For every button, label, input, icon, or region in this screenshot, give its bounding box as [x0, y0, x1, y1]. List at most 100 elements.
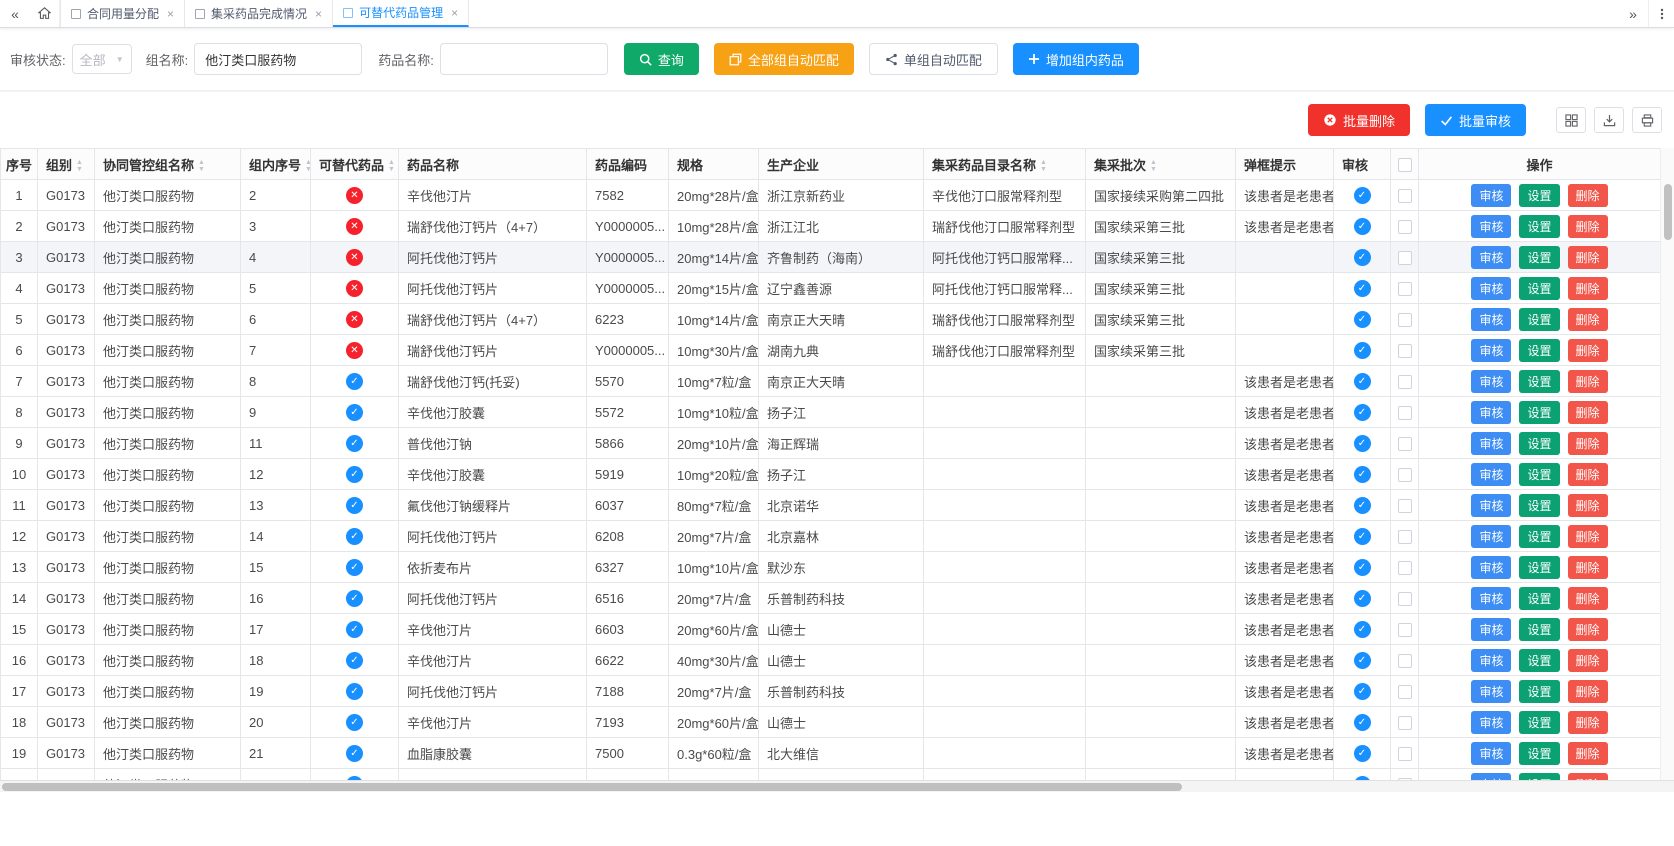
- audit-button[interactable]: 审核: [1471, 618, 1511, 641]
- settings-button[interactable]: 设置: [1519, 680, 1559, 703]
- column-header-batch[interactable]: 集采批次▲▼: [1086, 149, 1236, 180]
- audit-button[interactable]: 审核: [1471, 525, 1511, 548]
- settings-button[interactable]: 设置: [1519, 587, 1559, 610]
- row-checkbox[interactable]: [1398, 406, 1412, 420]
- delete-button[interactable]: 删除: [1568, 246, 1608, 269]
- settings-button[interactable]: 设置: [1519, 649, 1559, 672]
- sort-icon[interactable]: ▲▼: [76, 159, 83, 173]
- tab-3[interactable]: 可替代药品管理×: [333, 0, 469, 27]
- row-checkbox[interactable]: [1398, 437, 1412, 451]
- group-name-input[interactable]: [194, 43, 362, 75]
- audit-button[interactable]: 审核: [1471, 556, 1511, 579]
- row-checkbox[interactable]: [1398, 375, 1412, 389]
- settings-button[interactable]: 设置: [1519, 618, 1559, 641]
- sort-icon[interactable]: ▲▼: [1040, 159, 1047, 173]
- query-button[interactable]: 查询: [624, 43, 699, 75]
- audit-button[interactable]: 审核: [1471, 773, 1511, 781]
- settings-button[interactable]: 设置: [1519, 277, 1559, 300]
- drug-name-input[interactable]: [440, 43, 608, 75]
- row-checkbox[interactable]: [1398, 747, 1412, 761]
- header-select-all[interactable]: [1391, 149, 1419, 180]
- auto-match-single-button[interactable]: 单组自动匹配: [869, 43, 998, 75]
- settings-button[interactable]: 设置: [1519, 308, 1559, 331]
- audit-button[interactable]: 审核: [1471, 308, 1511, 331]
- audit-button[interactable]: 审核: [1471, 184, 1511, 207]
- settings-button[interactable]: 设置: [1519, 742, 1559, 765]
- column-header-group[interactable]: 组别▲▼: [38, 149, 95, 180]
- print-icon[interactable]: [1632, 107, 1662, 133]
- row-checkbox[interactable]: [1398, 344, 1412, 358]
- tab-2[interactable]: 集采药品完成情况×: [185, 0, 333, 27]
- audit-button[interactable]: 审核: [1471, 587, 1511, 610]
- row-checkbox[interactable]: [1398, 313, 1412, 327]
- batch-audit-button[interactable]: 批量审核: [1425, 104, 1526, 136]
- row-checkbox[interactable]: [1398, 623, 1412, 637]
- audit-button[interactable]: 审核: [1471, 494, 1511, 517]
- audit-button[interactable]: 审核: [1471, 711, 1511, 734]
- scroll-tabs-left-icon[interactable]: «: [0, 0, 30, 27]
- row-checkbox[interactable]: [1398, 251, 1412, 265]
- row-checkbox[interactable]: [1398, 654, 1412, 668]
- auto-match-all-button[interactable]: 全部组自动匹配: [714, 43, 854, 75]
- row-checkbox[interactable]: [1398, 530, 1412, 544]
- horizontal-scrollbar[interactable]: [0, 780, 1674, 792]
- audit-button[interactable]: 审核: [1471, 370, 1511, 393]
- select-all-checkbox[interactable]: [1398, 158, 1412, 172]
- scroll-tabs-right-icon[interactable]: »: [1618, 0, 1648, 27]
- settings-button[interactable]: 设置: [1519, 773, 1559, 781]
- column-header-group-name[interactable]: 协同管控组名称▲▼: [95, 149, 241, 180]
- column-header-catalog-name[interactable]: 集采药品目录名称▲▼: [924, 149, 1086, 180]
- settings-button[interactable]: 设置: [1519, 525, 1559, 548]
- row-checkbox[interactable]: [1398, 189, 1412, 203]
- delete-button[interactable]: 删除: [1568, 773, 1608, 781]
- delete-button[interactable]: 删除: [1568, 680, 1608, 703]
- delete-button[interactable]: 删除: [1568, 401, 1608, 424]
- row-checkbox[interactable]: [1398, 561, 1412, 575]
- audit-button[interactable]: 审核: [1471, 742, 1511, 765]
- delete-button[interactable]: 删除: [1568, 277, 1608, 300]
- row-checkbox[interactable]: [1398, 468, 1412, 482]
- audit-button[interactable]: 审核: [1471, 339, 1511, 362]
- row-checkbox[interactable]: [1398, 685, 1412, 699]
- delete-button[interactable]: 删除: [1568, 556, 1608, 579]
- vertical-scrollbar-thumb[interactable]: [1664, 184, 1672, 240]
- settings-button[interactable]: 设置: [1519, 215, 1559, 238]
- delete-button[interactable]: 删除: [1568, 742, 1608, 765]
- settings-button[interactable]: 设置: [1519, 494, 1559, 517]
- audit-button[interactable]: 审核: [1471, 246, 1511, 269]
- delete-button[interactable]: 删除: [1568, 649, 1608, 672]
- settings-button[interactable]: 设置: [1519, 370, 1559, 393]
- export-icon[interactable]: [1594, 107, 1624, 133]
- tab-options-icon[interactable]: [1648, 0, 1674, 27]
- column-header-replaceable[interactable]: 可替代药品▲▼: [311, 149, 399, 180]
- row-checkbox[interactable]: [1398, 499, 1412, 513]
- delete-button[interactable]: 删除: [1568, 711, 1608, 734]
- settings-button[interactable]: 设置: [1519, 432, 1559, 455]
- audit-status-select[interactable]: 全部 ▼: [72, 44, 132, 74]
- audit-button[interactable]: 审核: [1471, 432, 1511, 455]
- settings-button[interactable]: 设置: [1519, 401, 1559, 424]
- settings-button[interactable]: 设置: [1519, 339, 1559, 362]
- row-checkbox[interactable]: [1398, 592, 1412, 606]
- delete-button[interactable]: 删除: [1568, 587, 1608, 610]
- delete-button[interactable]: 删除: [1568, 525, 1608, 548]
- column-settings-icon[interactable]: [1556, 107, 1586, 133]
- audit-button[interactable]: 审核: [1471, 401, 1511, 424]
- sort-icon[interactable]: ▲▼: [388, 159, 395, 173]
- audit-button[interactable]: 审核: [1471, 215, 1511, 238]
- row-checkbox[interactable]: [1398, 716, 1412, 730]
- vertical-scrollbar[interactable]: [1660, 148, 1674, 780]
- settings-button[interactable]: 设置: [1519, 246, 1559, 269]
- delete-button[interactable]: 删除: [1568, 184, 1608, 207]
- sort-icon[interactable]: ▲▼: [198, 159, 205, 173]
- settings-button[interactable]: 设置: [1519, 711, 1559, 734]
- batch-delete-button[interactable]: 批量删除: [1308, 104, 1410, 136]
- add-group-drug-button[interactable]: 增加组内药品: [1013, 43, 1139, 75]
- horizontal-scrollbar-thumb[interactable]: [2, 783, 1182, 791]
- row-checkbox[interactable]: [1398, 220, 1412, 234]
- audit-button[interactable]: 审核: [1471, 680, 1511, 703]
- delete-button[interactable]: 删除: [1568, 494, 1608, 517]
- audit-button[interactable]: 审核: [1471, 463, 1511, 486]
- delete-button[interactable]: 删除: [1568, 463, 1608, 486]
- settings-button[interactable]: 设置: [1519, 463, 1559, 486]
